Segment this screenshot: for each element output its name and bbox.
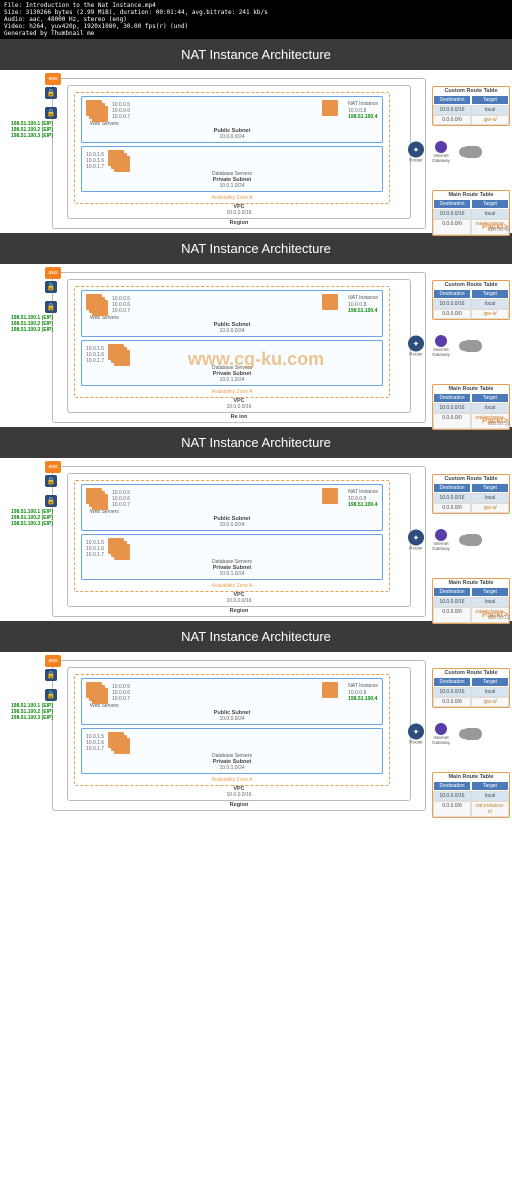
web-servers-icon [86, 488, 108, 510]
router-icon: ✦Router [408, 336, 424, 357]
lock-icon: 🔒 [45, 281, 57, 293]
elastic-ips: 198.51.100.1 (EIP)198.51.100.2 (EIP)198.… [9, 509, 53, 527]
vpc-container: ✦Router Internet Gateway 10.0.0.510.0.0.… [67, 85, 411, 219]
diagram-panel-2: www.cg-ku.com Custom Route Table Destina… [0, 264, 512, 427]
public-subnet: 10.0.0.510.0.0.610.0.0.7 NAT Instance10.… [81, 290, 383, 337]
main-route-table: Main Route Table DestinationTarget 10.0.… [432, 772, 510, 818]
elastic-ips: 198.51.100.1 (EIP)198.51.100.2 (EIP)198.… [9, 121, 53, 139]
public-subnet: 10.0.0.510.0.0.610.0.0.7 NAT Instance10.… [81, 678, 383, 725]
internet-gateway-icon: Internet Gateway [426, 529, 456, 551]
cloud-icon [462, 146, 482, 158]
nat-instance-icon [322, 294, 344, 316]
elastic-ips: 198.51.100.1 (EIP)198.51.100.2 (EIP)198.… [9, 315, 53, 333]
custom-route-table: Custom Route Table DestinationTarget 10.… [432, 474, 510, 514]
vpc-container: ✦Router Internet Gateway 10.0.0.510.0.0.… [67, 279, 411, 413]
vpc-container: ✦Router Internet Gateway 10.0.0.510.0.0.… [67, 667, 411, 801]
internet-gateway-icon: Internet Gateway [426, 335, 456, 357]
router-icon: ✦Router [408, 530, 424, 551]
db-servers-icon [108, 344, 130, 366]
region-container: aws 🔒 🔒 198.51.100.1 (EIP)198.51.100.2 (… [52, 272, 426, 423]
internet-gateway-icon: Internet Gateway [426, 723, 456, 745]
nat-instance-icon [322, 682, 344, 704]
aws-badge-icon: aws [45, 267, 61, 279]
aws-badge-icon: aws [45, 655, 61, 667]
cloud-icon [462, 340, 482, 352]
nat-instance-icon [322, 100, 344, 122]
lock-icon: 🔒 [45, 87, 57, 99]
private-subnet: 10.0.1.510.0.1.610.0.1.7 Database Server… [81, 728, 383, 775]
web-servers-icon [86, 294, 108, 316]
private-subnet: 10.0.1.510.0.1.610.0.1.7 Database Server… [81, 340, 383, 387]
custom-route-table: Custom Route Table DestinationTarget 10.… [432, 86, 510, 126]
router-icon: ✦Router [408, 142, 424, 163]
elastic-ips: 198.51.100.1 (EIP)198.51.100.2 (EIP)198.… [9, 703, 53, 721]
availability-zone: 10.0.0.510.0.0.610.0.0.7 NAT Instance10.… [74, 286, 390, 398]
panel-title: NAT Instance Architecture [0, 233, 512, 264]
internet-gateway-icon: Internet Gateway [426, 141, 456, 163]
db-servers-icon [108, 732, 130, 754]
timestamp: 00:00:49 [491, 227, 510, 233]
public-subnet: 10.0.0.510.0.0.610.0.0.7 NAT Instance10.… [81, 484, 383, 531]
availability-zone: 10.0.0.510.0.0.610.0.0.7 NAT Instance10.… [74, 480, 390, 592]
panel-title: NAT Instance Architecture [0, 39, 512, 70]
private-subnet: 10.0.1.510.0.1.610.0.1.7 Database Server… [81, 146, 383, 193]
video-metadata: File: Introduction to the Nat Instance.m… [0, 0, 512, 39]
panel-title: NAT Instance Architecture [0, 427, 512, 458]
diagram-panel-3: Custom Route Table DestinationTarget 10.… [0, 458, 512, 621]
vpc-container: ✦Router Internet Gateway 10.0.0.510.0.0.… [67, 473, 411, 607]
lock-icon: 🔒 [45, 107, 57, 119]
public-subnet: 10.0.0.510.0.0.610.0.0.7 NAT Instance10.… [81, 96, 383, 143]
timestamp: 00:00:19 [491, 615, 510, 621]
router-icon: ✦Router [408, 724, 424, 745]
availability-zone: 10.0.0.510.0.0.610.0.0.7 NAT Instance10.… [74, 674, 390, 786]
timestamp: 00:00:59 [491, 421, 510, 427]
lock-icon: 🔒 [45, 475, 57, 487]
region-container: aws 🔒 🔒 198.51.100.1 (EIP)198.51.100.2 (… [52, 78, 426, 229]
private-subnet: 10.0.1.510.0.1.610.0.1.7 Database Server… [81, 534, 383, 581]
diagram-panel-1: Custom Route Table DestinationTarget 10.… [0, 70, 512, 233]
db-servers-icon [108, 150, 130, 172]
cloud-icon [462, 728, 482, 740]
custom-route-table: Custom Route Table DestinationTarget 10.… [432, 668, 510, 708]
diagram-panel-4: Custom Route Table DestinationTarget 10.… [0, 652, 512, 842]
web-servers-icon [86, 100, 108, 122]
availability-zone: 10.0.0.510.0.0.610.0.0.7 NAT Instance10.… [74, 92, 390, 204]
aws-badge-icon: aws [45, 73, 61, 85]
nat-instance-icon [322, 488, 344, 510]
region-container: aws 🔒 🔒 198.51.100.1 (EIP)198.51.100.2 (… [52, 466, 426, 617]
lock-icon: 🔒 [45, 301, 57, 313]
region-container: aws 🔒 🔒 198.51.100.1 (EIP)198.51.100.2 (… [52, 660, 426, 811]
cloud-icon [462, 534, 482, 546]
aws-badge-icon: aws [45, 461, 61, 473]
lock-icon: 🔒 [45, 495, 57, 507]
lock-icon: 🔒 [45, 669, 57, 681]
custom-route-table: Custom Route Table DestinationTarget 10.… [432, 280, 510, 320]
lock-icon: 🔒 [45, 689, 57, 701]
panel-title: NAT Instance Architecture [0, 621, 512, 652]
db-servers-icon [108, 538, 130, 560]
web-servers-icon [86, 682, 108, 704]
